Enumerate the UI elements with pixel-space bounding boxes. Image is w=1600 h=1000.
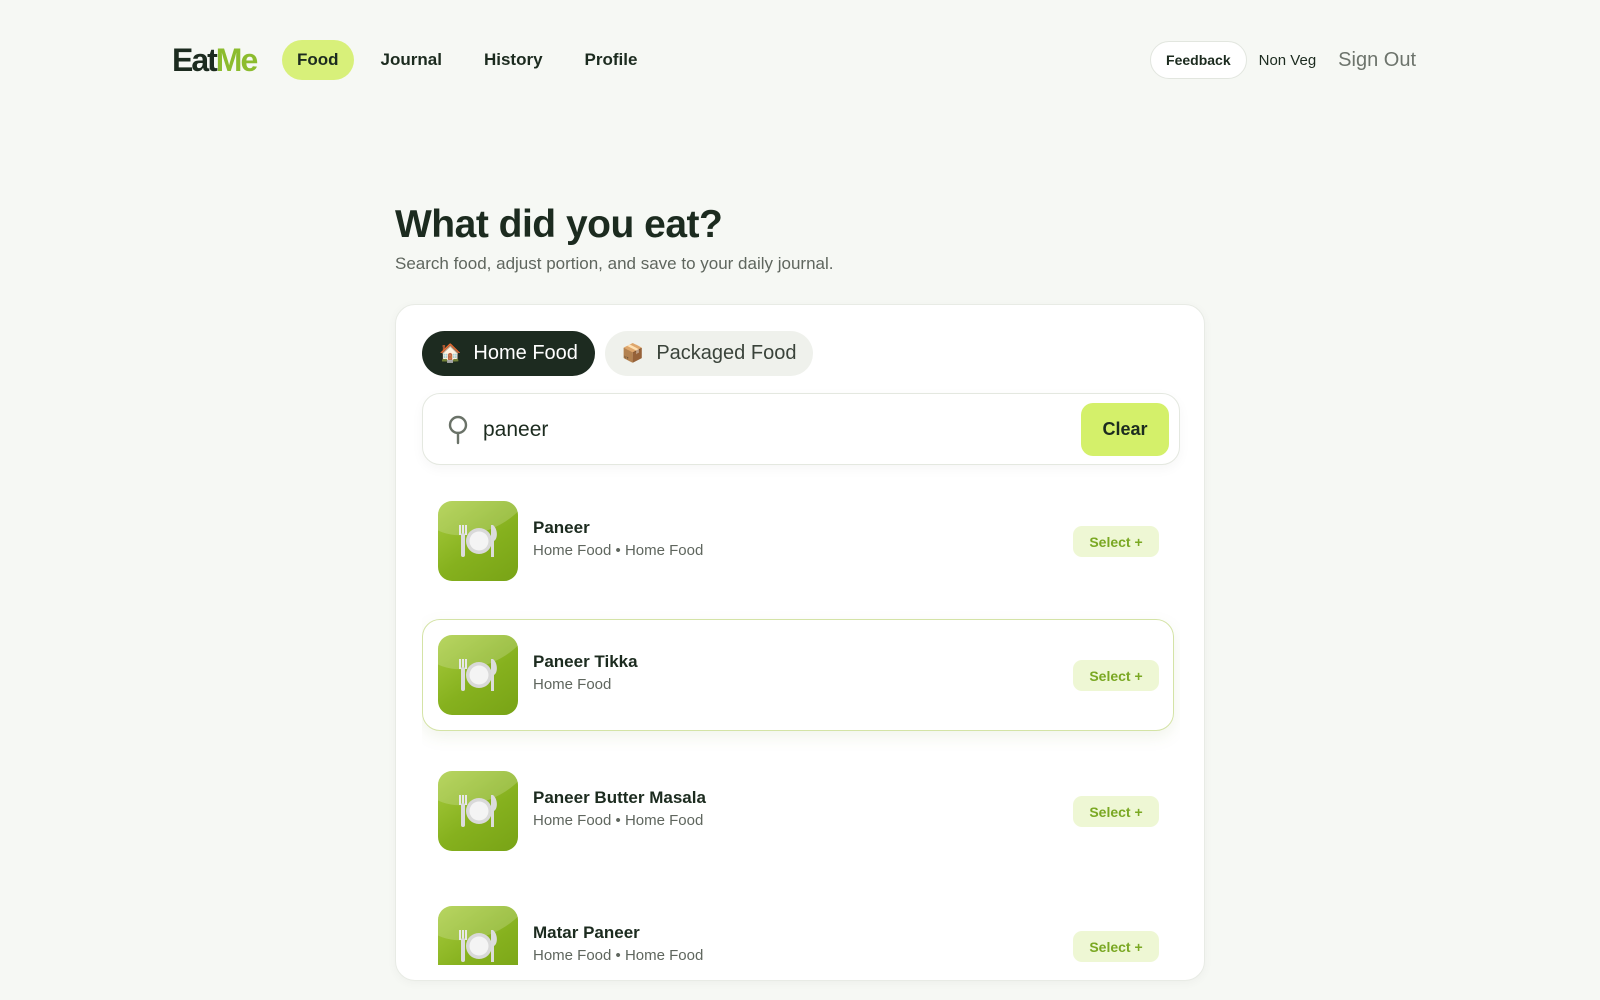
result-row[interactable]: Matar Paneer Home Food • Home Food Selec…	[422, 890, 1174, 965]
result-row[interactable]: Paneer Tikka Home Food Select +	[422, 619, 1174, 731]
plate-cutlery-icon	[459, 525, 497, 557]
page-heading: What did you eat? Search food, adjust po…	[395, 202, 834, 274]
tab-packaged-food[interactable]: 📦 Packaged Food	[604, 331, 814, 376]
result-row[interactable]: Paneer Butter Masala Home Food • Home Fo…	[422, 755, 1174, 867]
eatme-logo[interactable]: EatMe	[172, 40, 258, 80]
food-name: Paneer Tikka	[533, 652, 638, 671]
package-icon: 📦	[621, 343, 645, 363]
select-button[interactable]: Select +	[1073, 796, 1159, 827]
nav-history[interactable]: History	[469, 40, 558, 80]
search-results-list: Paneer Home Food • Home Food Select + Pa…	[422, 485, 1180, 965]
food-meta: Home Food • Home Food	[533, 947, 704, 964]
tab-label: Packaged Food	[656, 342, 797, 364]
food-meta: Home Food • Home Food	[533, 812, 704, 829]
main-nav: Food Journal History Profile	[282, 40, 652, 80]
food-name: Paneer Butter Masala	[533, 788, 706, 807]
food-thumbnail	[438, 906, 518, 965]
header-actions: Feedback Non Veg Sign Out	[1150, 41, 1416, 79]
select-button[interactable]: Select +	[1073, 526, 1159, 557]
clear-button[interactable]: Clear	[1081, 403, 1169, 456]
result-row[interactable]: Paneer Home Food • Home Food Select +	[422, 485, 1174, 597]
house-icon: 🏠	[439, 343, 462, 363]
search-bar: Clear	[422, 393, 1180, 465]
nav-profile[interactable]: Profile	[570, 40, 653, 80]
food-name: Matar Paneer	[533, 923, 640, 942]
food-meta: Home Food • Home Food	[533, 542, 704, 559]
plate-cutlery-icon	[459, 659, 497, 691]
tab-home-food[interactable]: 🏠 Home Food	[422, 331, 595, 376]
food-name: Paneer	[533, 518, 590, 537]
nav-food[interactable]: Food	[282, 40, 354, 80]
plate-cutlery-icon	[459, 930, 497, 962]
search-input[interactable]	[483, 412, 1083, 448]
plate-cutlery-icon	[459, 795, 497, 827]
food-thumbnail	[438, 771, 518, 851]
food-meta: Home Food	[533, 676, 612, 693]
food-type-tabs: 🏠 Home Food 📦 Packaged Food	[422, 331, 814, 376]
tab-label: Home Food	[473, 342, 578, 364]
top-navigation: EatMe Food Journal History Profile Feedb…	[0, 0, 1600, 120]
food-thumbnail	[438, 635, 518, 715]
page-title: What did you eat?	[395, 203, 723, 246]
logo-eat: Eat	[172, 42, 218, 78]
food-search-card: 🏠 Home Food 📦 Packaged Food Clear	[395, 304, 1205, 981]
food-thumbnail	[438, 501, 518, 581]
search-icon	[448, 415, 468, 445]
sign-out-link[interactable]: Sign Out	[1338, 49, 1416, 72]
select-button[interactable]: Select +	[1073, 931, 1159, 962]
logo-me: Me	[215, 42, 258, 78]
diet-preference-toggle[interactable]: Non Veg	[1259, 52, 1327, 69]
nav-journal[interactable]: Journal	[366, 40, 457, 80]
select-button[interactable]: Select +	[1073, 660, 1159, 691]
feedback-button[interactable]: Feedback	[1150, 41, 1247, 79]
page-subtitle: Search food, adjust portion, and save to…	[395, 254, 834, 273]
